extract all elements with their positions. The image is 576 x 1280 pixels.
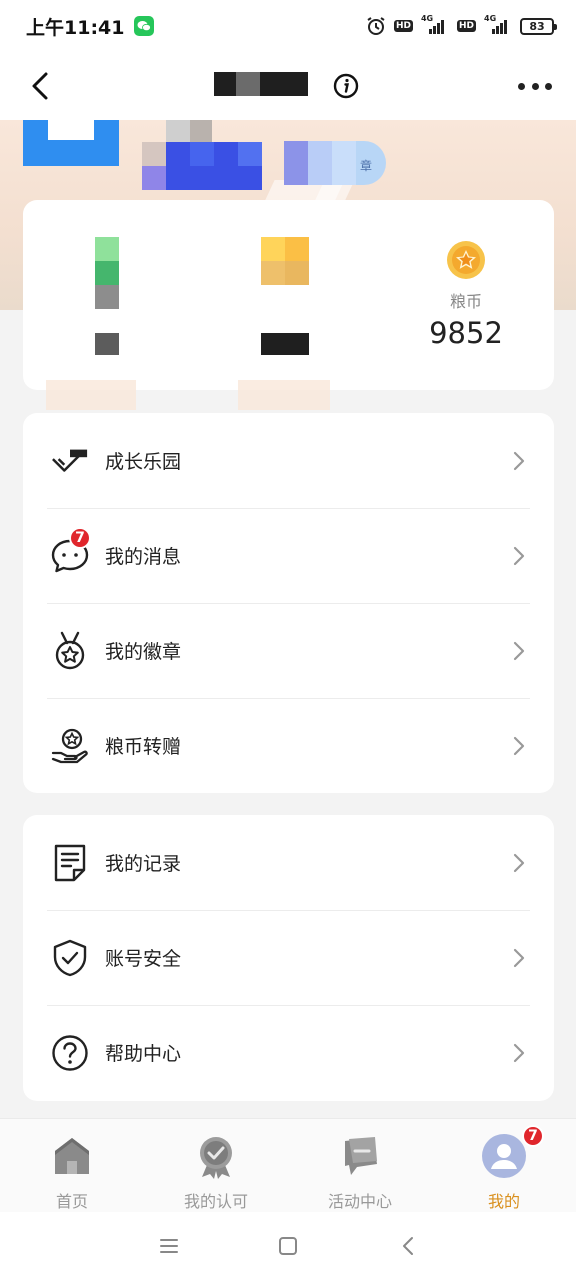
back-button[interactable]	[26, 70, 58, 102]
tab-home[interactable]: 首页	[0, 1119, 144, 1212]
menu-item-help-center[interactable]: 帮助中心	[23, 1005, 554, 1100]
system-nav-bar	[0, 1212, 576, 1280]
coin-hand-icon	[51, 727, 89, 765]
tab-activity-center[interactable]: 活动中心	[288, 1119, 432, 1212]
chevron-right-icon	[513, 1043, 525, 1062]
chevron-right-icon	[513, 853, 525, 872]
bottom-tab-bar: 首页 我的认可 活动中心 7 我的	[0, 1118, 576, 1212]
unread-badge: 7	[69, 527, 91, 549]
tab-label: 首页	[55, 1192, 88, 1211]
medal-icon	[51, 631, 89, 670]
coin-star-icon	[446, 240, 486, 280]
status-bar: 上午11:41 HD 4G HD 4G 83	[0, 0, 576, 52]
info-icon	[333, 73, 359, 99]
menu-item-my-badges[interactable]: 我的徽章	[23, 603, 554, 698]
tab-mine[interactable]: 7 我的	[432, 1119, 576, 1212]
chevron-left-icon	[32, 72, 48, 100]
shield-check-icon	[51, 939, 89, 977]
signal-icon: 4G	[421, 14, 449, 34]
hd-icon: HD	[393, 20, 413, 32]
menu-group-2: 我的记录 账号安全 帮助中心	[23, 815, 554, 1101]
menu-item-label: 我的记录	[105, 853, 182, 875]
menu-item-growth-park[interactable]: 成长乐园	[23, 413, 554, 508]
alarm-icon	[366, 16, 386, 36]
menu-item-label: 帮助中心	[105, 1043, 182, 1065]
tab-label: 活动中心	[327, 1192, 392, 1211]
battery-icon: 83	[520, 17, 557, 35]
chevron-right-icon	[513, 736, 525, 755]
coin-balance[interactable]: 9852	[403, 316, 529, 350]
medal-text: 章	[360, 159, 373, 173]
page-title	[214, 72, 308, 96]
stats-card: 粮币 9852	[23, 200, 554, 390]
home-square-icon[interactable]	[276, 1234, 300, 1258]
growth-icon	[51, 442, 89, 480]
menu-item-my-messages[interactable]: 7 我的消息	[23, 508, 554, 603]
menu-item-label: 我的消息	[105, 546, 182, 568]
hd-icon: HD	[456, 20, 476, 32]
coin-label: 粮币	[449, 292, 482, 311]
top-nav-bar	[0, 52, 576, 120]
menu-lines-icon[interactable]	[157, 1234, 181, 1258]
avatar-icon	[482, 1134, 526, 1178]
signal-icon: 4G	[484, 14, 512, 34]
activity-flag-icon	[345, 1137, 377, 1175]
notification-badge: 7	[522, 1125, 544, 1147]
menu-item-label: 账号安全	[105, 948, 182, 970]
chevron-right-icon	[513, 948, 525, 967]
chevron-right-icon	[513, 451, 525, 470]
more-dots-icon	[518, 82, 525, 90]
tab-label: 我的认可	[183, 1192, 248, 1211]
menu-item-label: 粮币转赠	[105, 736, 182, 758]
tab-my-recognition[interactable]: 我的认可	[144, 1119, 288, 1212]
chevron-right-icon	[513, 546, 525, 565]
more-button[interactable]	[518, 74, 552, 98]
menu-item-coin-transfer[interactable]: 粮币转赠	[23, 698, 554, 793]
help-question-icon	[51, 1034, 89, 1072]
menu-item-my-records[interactable]: 我的记录	[23, 815, 554, 910]
home-icon	[55, 1138, 89, 1174]
wechat-icon	[134, 16, 155, 36]
tab-label: 我的	[487, 1192, 520, 1211]
badge-check-icon	[200, 1137, 232, 1179]
menu-item-label: 成长乐园	[105, 451, 182, 473]
menu-item-label: 我的徽章	[105, 641, 182, 663]
status-time: 上午11:41	[26, 16, 125, 39]
back-triangle-icon[interactable]	[397, 1234, 421, 1258]
info-button[interactable]	[332, 72, 360, 100]
chevron-right-icon	[513, 641, 525, 660]
record-document-icon	[51, 844, 89, 882]
menu-group-1: 成长乐园 7 我的消息 我的徽章 粮币转赠	[23, 413, 554, 793]
menu-item-account-security[interactable]: 账号安全	[23, 910, 554, 1005]
